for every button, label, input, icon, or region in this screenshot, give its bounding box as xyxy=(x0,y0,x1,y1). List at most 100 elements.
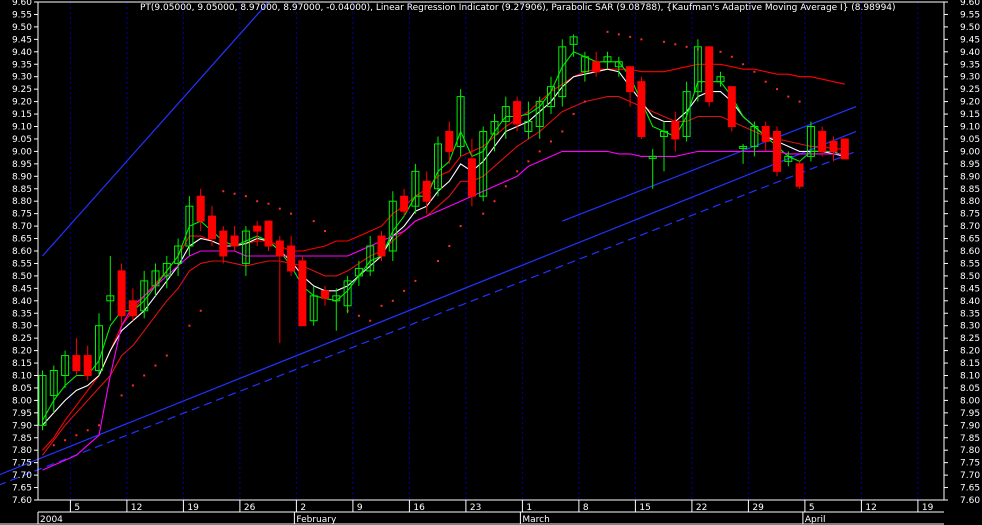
x-tick-label: 8 xyxy=(583,503,589,513)
sar-dot xyxy=(629,35,632,38)
sar-dot xyxy=(742,63,745,66)
y-tick-label: 8.50 xyxy=(960,272,980,282)
sar-dot xyxy=(787,95,790,98)
sar-dot xyxy=(583,100,586,103)
x-tick-label: 26 xyxy=(244,503,256,513)
sar-dot xyxy=(312,220,315,223)
y-tick-label: 9.40 xyxy=(960,48,980,58)
candle-body xyxy=(513,101,522,125)
y-tick-label: 7.85 xyxy=(960,434,980,444)
candle-body xyxy=(83,355,92,376)
y-tick-label: 9.50 xyxy=(960,23,980,33)
y-tick-label: 7.60 xyxy=(960,496,980,506)
y-tick-label: 9.15 xyxy=(960,110,980,120)
x-tick-label: 12 xyxy=(131,503,142,513)
y-tick-label: 9.10 xyxy=(960,123,980,133)
candle-body xyxy=(467,158,476,197)
sar-dot xyxy=(380,304,383,307)
y-tick-label: 8.85 xyxy=(960,185,980,195)
y-tick-label: 7.65 xyxy=(960,484,980,494)
y-tick-label: 7.80 xyxy=(12,446,32,456)
sar-dot xyxy=(617,33,620,36)
y-tick-label: 7.75 xyxy=(960,459,980,469)
y-tick-label: 9.30 xyxy=(12,73,32,83)
sar-dot xyxy=(527,160,530,163)
y-tick-label: 8.80 xyxy=(12,197,32,207)
y-tick-label: 8.50 xyxy=(12,272,32,282)
y-tick-label: 9.05 xyxy=(960,135,980,145)
y-tick-label: 9.05 xyxy=(12,135,32,145)
y-tick-label: 7.90 xyxy=(12,421,32,431)
x-tick-label: 9 xyxy=(357,503,363,513)
candle-body xyxy=(795,163,804,187)
candle-body xyxy=(298,260,307,327)
y-tick-label: 8.85 xyxy=(12,185,32,195)
y-tick-label: 9.10 xyxy=(12,123,32,133)
chart-background xyxy=(0,0,982,525)
y-tick-label: 7.90 xyxy=(960,421,980,431)
y-tick-label: 8.65 xyxy=(12,235,32,245)
y-tick-label: 8.30 xyxy=(960,322,980,332)
y-tick-label: 8.90 xyxy=(960,172,980,182)
price-chart: 7.60 7.65 7.70 7.75 7.80 7.85 7.90 7.95 8.00 8.05… xyxy=(0,0,982,525)
y-tick-label: 9.50 xyxy=(12,23,32,33)
sar-dot xyxy=(143,374,146,377)
candle-body xyxy=(422,180,431,202)
y-tick-label: 8.55 xyxy=(12,259,32,269)
candle-body xyxy=(626,66,635,93)
sar-dot xyxy=(403,289,406,292)
candle-body xyxy=(196,195,205,222)
month-label: April xyxy=(805,515,826,525)
sar-dot xyxy=(550,140,552,143)
candle-body xyxy=(275,240,284,257)
y-tick-label: 9.20 xyxy=(12,98,32,108)
y-tick-label: 7.75 xyxy=(12,459,32,469)
candle-body xyxy=(287,245,296,272)
y-tick-label: 9.25 xyxy=(960,85,980,95)
y-tick-label: 7.70 xyxy=(12,471,32,481)
sar-dot xyxy=(233,192,236,195)
candle-body xyxy=(377,235,386,257)
sar-dot xyxy=(199,309,202,312)
sar-dot xyxy=(222,190,225,193)
x-tick-label: 2 xyxy=(300,503,306,513)
y-tick-label: 9.60 xyxy=(12,0,32,8)
sar-dot xyxy=(391,299,394,302)
y-tick-label: 8.45 xyxy=(960,284,980,294)
y-tick-label: 8.05 xyxy=(12,384,32,394)
sar-dot xyxy=(154,364,157,367)
y-tick-label: 9.25 xyxy=(12,85,32,95)
y-tick-label: 8.45 xyxy=(12,284,32,294)
y-tick-label: 8.80 xyxy=(960,197,980,207)
y-tick-label: 9.00 xyxy=(12,147,32,157)
y-tick-label: 9.30 xyxy=(960,73,980,83)
sar-dot xyxy=(504,185,507,188)
y-tick-label: 8.05 xyxy=(960,384,980,394)
y-tick-label: 9.60 xyxy=(960,0,980,8)
candle-body xyxy=(219,230,228,257)
sar-dot xyxy=(64,439,67,442)
candle-body xyxy=(829,140,838,152)
candle-body xyxy=(671,121,680,140)
x-tick-label: 19 xyxy=(922,503,934,513)
y-tick-label: 8.10 xyxy=(960,372,980,382)
sar-dot xyxy=(165,354,168,357)
y-tick-label: 9.15 xyxy=(12,110,32,120)
y-tick-label: 9.45 xyxy=(960,35,980,45)
y-tick-label: 8.90 xyxy=(12,172,32,182)
sar-dot xyxy=(753,70,756,73)
sar-dot xyxy=(776,88,778,91)
candle-body xyxy=(773,130,781,172)
candle-body xyxy=(705,46,714,103)
candle-body xyxy=(208,215,216,240)
sar-dot xyxy=(640,38,643,41)
y-tick-label: 8.95 xyxy=(960,160,980,170)
y-tick-label: 9.35 xyxy=(960,60,980,70)
candle-body xyxy=(445,130,454,152)
sar-dot xyxy=(730,55,733,58)
x-tick-label: 1 xyxy=(526,503,532,513)
sar-dot xyxy=(52,444,55,447)
y-tick-label: 8.40 xyxy=(12,297,32,307)
y-tick-label: 8.75 xyxy=(960,210,980,220)
x-tick-label: 5 xyxy=(74,503,80,513)
